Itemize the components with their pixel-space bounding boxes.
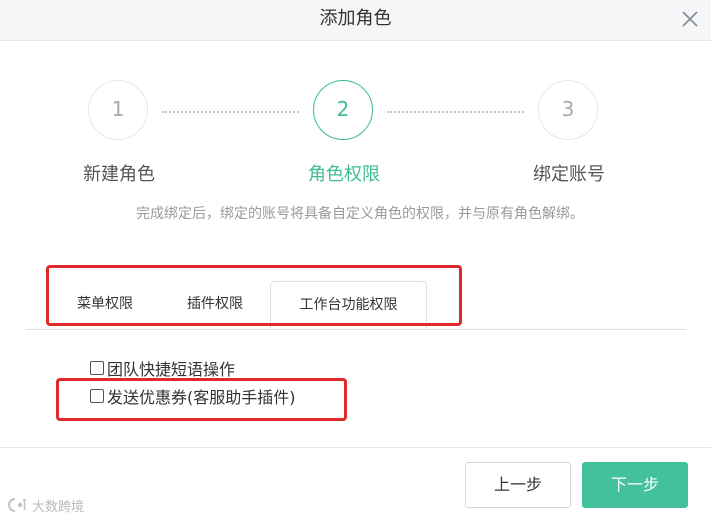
shortcut-label: 团队快捷短语操作	[107, 360, 236, 379]
dialog-header: 添加角色	[0, 0, 711, 41]
permission-row-shortcut: 团队快捷短语操作	[90, 356, 235, 380]
tabs-divider	[26, 329, 686, 330]
shortcut-checkbox[interactable]	[90, 361, 104, 375]
watermark-logo-icon	[8, 498, 26, 512]
step-2-circle: 2	[313, 80, 373, 140]
step-1-label: 新建角色	[83, 164, 155, 185]
step-3-label: 绑定账号	[533, 164, 605, 185]
watermark: 大数跨境	[6, 493, 84, 517]
step-connector-1	[162, 111, 299, 113]
next-step-button[interactable]: 下一步	[582, 462, 688, 508]
close-icon[interactable]	[676, 5, 704, 33]
step-connector-2	[387, 111, 524, 113]
step-1-circle: 1	[88, 80, 148, 140]
step-description: 完成绑定后，绑定的账号将具备自定义角色的权限，并与原有角色解绑。	[136, 206, 584, 222]
footer-divider	[0, 447, 711, 448]
dialog-title: 添加角色	[319, 8, 392, 29]
tabs-highlight-box	[46, 265, 462, 326]
watermark-text: 大数跨境	[32, 499, 85, 515]
step-2-label: 角色权限	[308, 164, 380, 185]
previous-step-button[interactable]: 上一步	[465, 462, 571, 508]
step-3-circle: 3	[538, 80, 598, 140]
add-role-dialog: 添加角色 1 2 3 新建角色 角色权限 绑定账号 完成绑定后，绑定的账号将具备…	[0, 0, 711, 520]
coupon-highlight-box	[56, 378, 347, 421]
